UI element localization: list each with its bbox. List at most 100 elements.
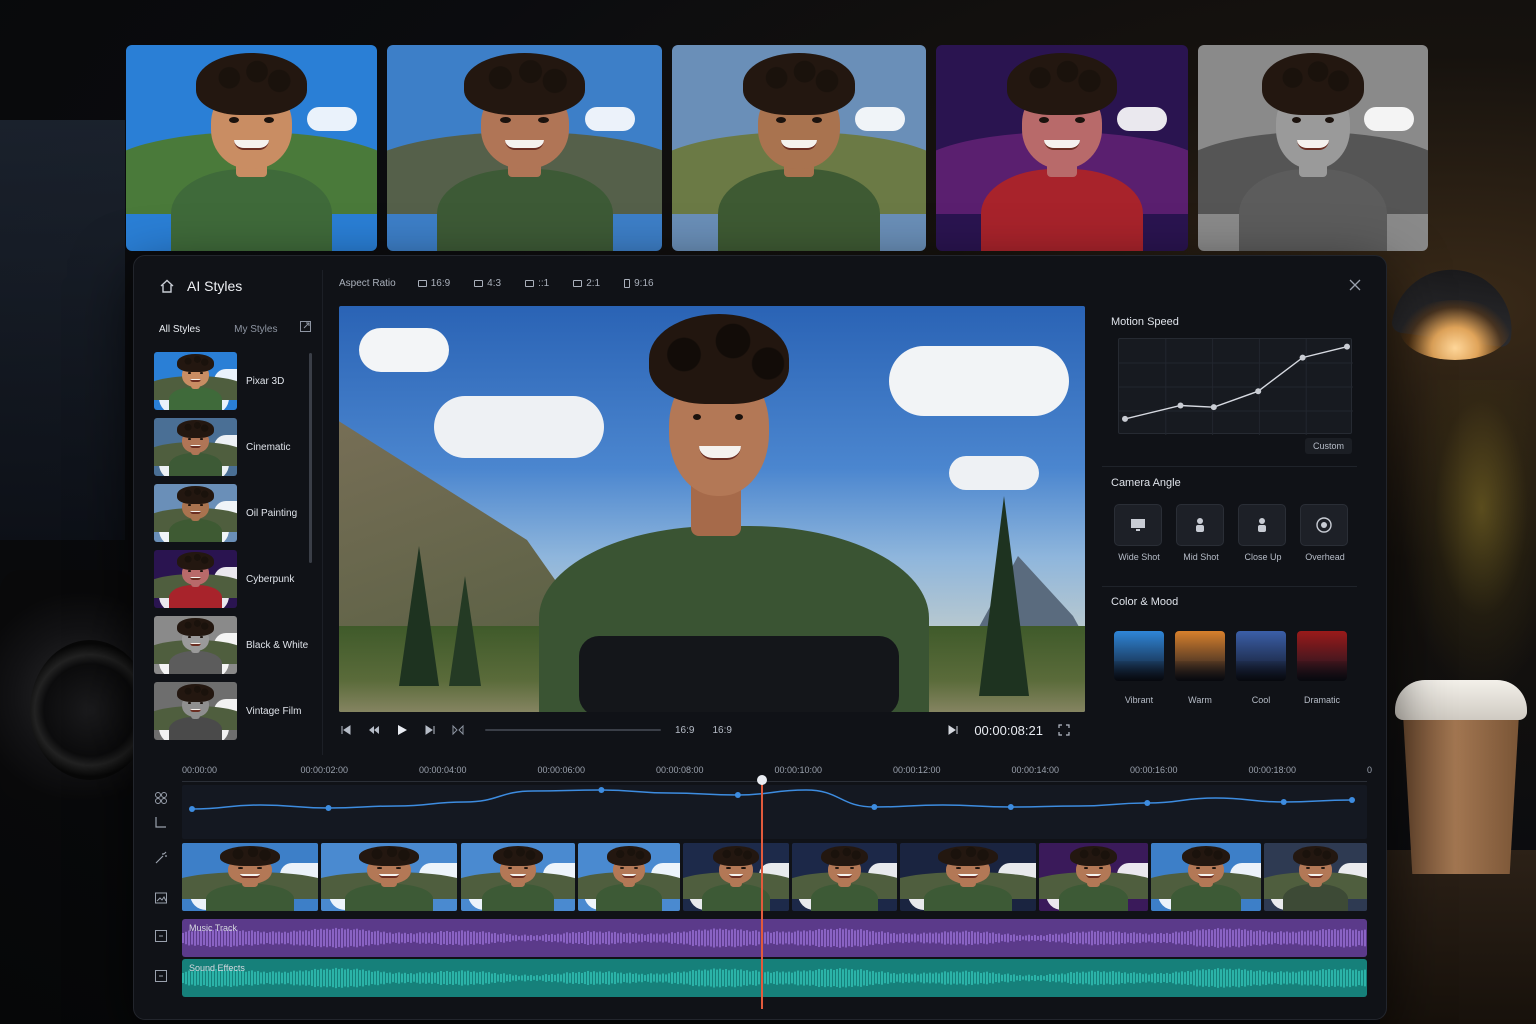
playhead-handle[interactable] [757, 775, 767, 785]
play-icon[interactable] [395, 723, 409, 737]
mood-cool[interactable]: Cool [1236, 631, 1286, 705]
export-icon[interactable] [299, 320, 312, 333]
custom-curve-button[interactable]: Custom [1304, 438, 1352, 454]
timeline-tick: 00:00:08:00 [656, 765, 704, 775]
style-item-pixar-3d[interactable]: Pixar 3D [154, 351, 314, 411]
tab-my-styles[interactable]: My Styles [234, 324, 277, 335]
timeline-tick: 0 [1367, 765, 1373, 775]
mood-vibrant[interactable]: Vibrant [1114, 631, 1164, 705]
style-preview-cyberpunk [936, 45, 1188, 251]
timeline-tick: 00:00:10:00 [774, 765, 823, 775]
aspect-option-1-1[interactable]: ::1 [525, 278, 549, 289]
video-clip[interactable] [1039, 843, 1148, 911]
aspect-option-2-1[interactable]: 2:1 [573, 278, 600, 289]
motion-speed-title: Motion Speed [1111, 316, 1179, 328]
style-item-vintage-film[interactable]: Vintage Film [154, 681, 314, 741]
style-item-cinematic[interactable]: Cinematic [154, 417, 314, 477]
video-clip[interactable] [321, 843, 457, 911]
motion-speed-graph[interactable] [1118, 338, 1353, 435]
style-item-black-white[interactable]: Black & White [154, 615, 314, 675]
split-icon[interactable] [451, 723, 465, 737]
target-icon [1316, 517, 1332, 533]
music-waveform [182, 919, 1367, 957]
playhead[interactable] [761, 779, 763, 1009]
sound-effects-track[interactable]: Sound Effects [182, 959, 1367, 997]
camera-angle-title: Camera Angle [1111, 477, 1181, 489]
mood-warm[interactable]: Warm [1175, 631, 1225, 705]
link-icon[interactable] [154, 791, 168, 805]
curve-tool-icon[interactable] [154, 815, 168, 829]
video-clip[interactable] [461, 843, 575, 911]
video-clip[interactable] [1151, 843, 1261, 911]
style-item-label: Pixar 3D [246, 375, 285, 387]
aspect-ratio-toolbar: Aspect Ratio 16:9 4:3 ::1 2:1 9:16 [339, 278, 678, 289]
camera-angle-options: Wide Shot Mid Shot Close Up Overhead [1114, 504, 1350, 562]
aspect-option-9-16[interactable]: 9:16 [624, 278, 654, 289]
style-thumbnail [154, 352, 237, 410]
timeline-tick: 00:00:12:00 [893, 765, 941, 775]
mood-label: Vibrant [1124, 695, 1154, 705]
timeline-tick: 00:00:06:00 [537, 765, 586, 775]
style-item-label: Oil Painting [246, 507, 298, 519]
home-icon[interactable] [159, 278, 175, 294]
timecode-display: 00:00:08:21 [974, 722, 1043, 738]
video-clip[interactable] [182, 843, 318, 911]
sound-effects-waveform [182, 959, 1367, 997]
keyframe-curve-track[interactable] [182, 785, 1367, 839]
motion-speed-curve [1119, 339, 1353, 435]
background-window [0, 120, 125, 540]
app-title: AI Styles [187, 278, 243, 294]
person-icon [1258, 518, 1266, 532]
aspect-option-16-9[interactable]: 16:9 [417, 278, 450, 289]
frame-icon [474, 280, 484, 287]
style-preview-cinematic [387, 45, 662, 251]
style-item-oil-painting[interactable]: Oil Painting [154, 483, 314, 543]
fullscreen-icon[interactable] [1057, 723, 1071, 737]
mood-label: Cool [1251, 695, 1271, 705]
camera-close-up[interactable]: Close Up [1238, 504, 1288, 562]
video-clip[interactable] [683, 843, 789, 911]
magic-wand-icon[interactable] [154, 851, 168, 865]
style-item-cyberpunk[interactable]: Cyberpunk [154, 549, 314, 609]
style-item-label: Cyberpunk [246, 573, 295, 585]
style-thumbnail [154, 550, 237, 608]
scrub-bar[interactable] [485, 729, 661, 731]
video-clip-track [182, 843, 1367, 913]
camera-overhead[interactable]: Overhead [1300, 504, 1350, 562]
frame-icon [573, 280, 583, 287]
video-clip[interactable] [1264, 843, 1367, 911]
person-icon [1196, 518, 1204, 532]
rewind-icon[interactable] [367, 723, 381, 737]
mood-dramatic[interactable]: Dramatic [1297, 631, 1347, 705]
style-list-scrollbar[interactable] [309, 353, 312, 563]
style-thumbnail [154, 616, 237, 674]
skip-to-start-icon[interactable] [339, 723, 353, 737]
sound-icon[interactable] [154, 969, 168, 983]
video-clip[interactable] [900, 843, 1036, 911]
camera-mid-shot[interactable]: Mid Shot [1176, 504, 1226, 562]
next-frame-icon[interactable] [946, 723, 960, 737]
close-icon[interactable] [1348, 278, 1362, 292]
mood-swatch [1297, 631, 1347, 681]
player-controls: 16:9 16:9 00:00:08:21 [339, 718, 1085, 742]
aspect-option-4-3[interactable]: 4:3 [474, 278, 501, 289]
image-icon[interactable] [154, 891, 168, 905]
color-mood-title: Color & Mood [1111, 596, 1179, 608]
style-thumbnail [154, 484, 237, 542]
background-camera-lens [30, 640, 150, 780]
camera-wide-shot[interactable]: Wide Shot [1114, 504, 1164, 562]
music-track-label: Music Track [189, 923, 238, 933]
skip-forward-icon[interactable] [423, 723, 437, 737]
ai-styles-window: AI Styles Aspect Ratio 16:9 4:3 ::1 2:1 … [133, 255, 1387, 1020]
style-preview-black-white [1198, 45, 1428, 251]
music-icon[interactable] [154, 929, 168, 943]
style-preview-strip [126, 45, 1428, 251]
video-clip[interactable] [792, 843, 897, 911]
tab-all-styles[interactable]: All Styles [159, 324, 200, 335]
timeline-ruler[interactable]: 00:00:00 00:00:02:00 00:00:04:00 00:00:06:0… [182, 765, 1372, 779]
video-clip[interactable] [578, 843, 680, 911]
music-track[interactable]: Music Track [182, 919, 1367, 957]
timecode-group: 00:00:08:21 [946, 723, 1071, 738]
video-preview[interactable] [339, 306, 1085, 712]
mood-swatch [1114, 631, 1164, 681]
